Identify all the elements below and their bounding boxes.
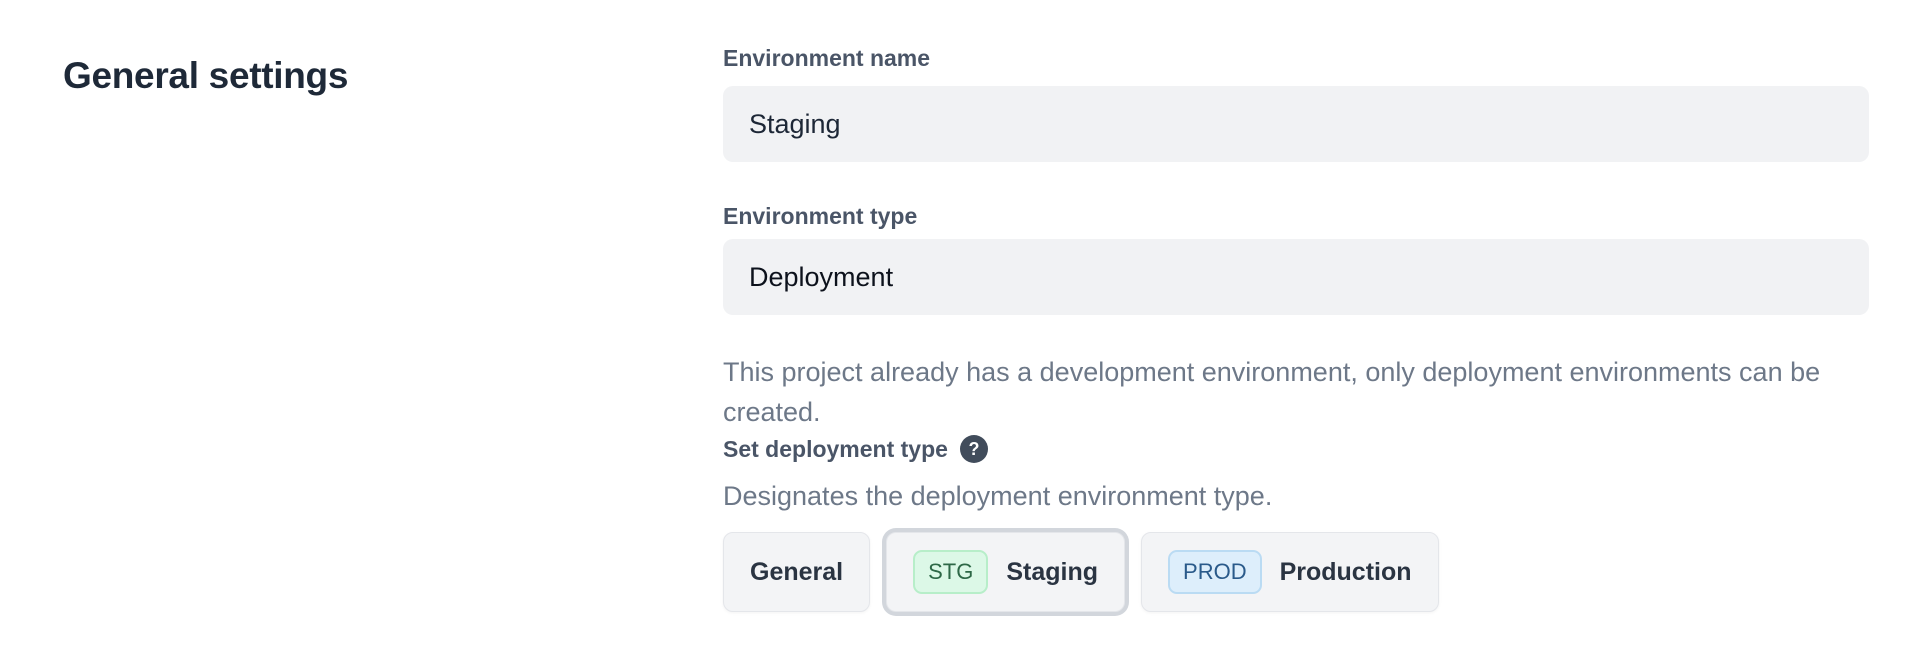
environment-type-help-text: This project already has a development e… xyxy=(723,352,1869,432)
settings-form: Environment name Environment type This p… xyxy=(723,0,1869,652)
environment-name-input[interactable] xyxy=(723,86,1869,162)
question-mark-help-icon[interactable]: ? xyxy=(960,435,988,463)
staging-option-label: Staging xyxy=(1006,558,1098,587)
environment-name-label: Environment name xyxy=(723,44,930,72)
deployment-type-production-button[interactable]: PROD Production xyxy=(1141,532,1439,612)
general-settings-page: General settings Environment name Enviro… xyxy=(0,0,1916,652)
deployment-type-label-row: Set deployment type ? xyxy=(723,435,988,463)
production-option-label: Production xyxy=(1280,558,1412,587)
help-text-line1: This project already has a development e… xyxy=(723,357,1820,387)
environment-type-label: Environment type xyxy=(723,202,917,230)
prod-badge: PROD xyxy=(1168,550,1262,594)
deployment-type-label: Set deployment type xyxy=(723,436,948,463)
page-title: General settings xyxy=(63,55,348,97)
general-option-label: General xyxy=(750,558,843,587)
deployment-type-staging-button[interactable]: STG Staging xyxy=(886,532,1125,612)
stg-badge: STG xyxy=(913,550,988,594)
environment-type-input[interactable] xyxy=(723,239,1869,315)
help-text-line2: created. xyxy=(723,397,821,427)
deployment-type-general-button[interactable]: General xyxy=(723,532,870,612)
deployment-type-description: Designates the deployment environment ty… xyxy=(723,479,1272,513)
deployment-type-options: General STG Staging PROD Production xyxy=(723,532,1439,612)
